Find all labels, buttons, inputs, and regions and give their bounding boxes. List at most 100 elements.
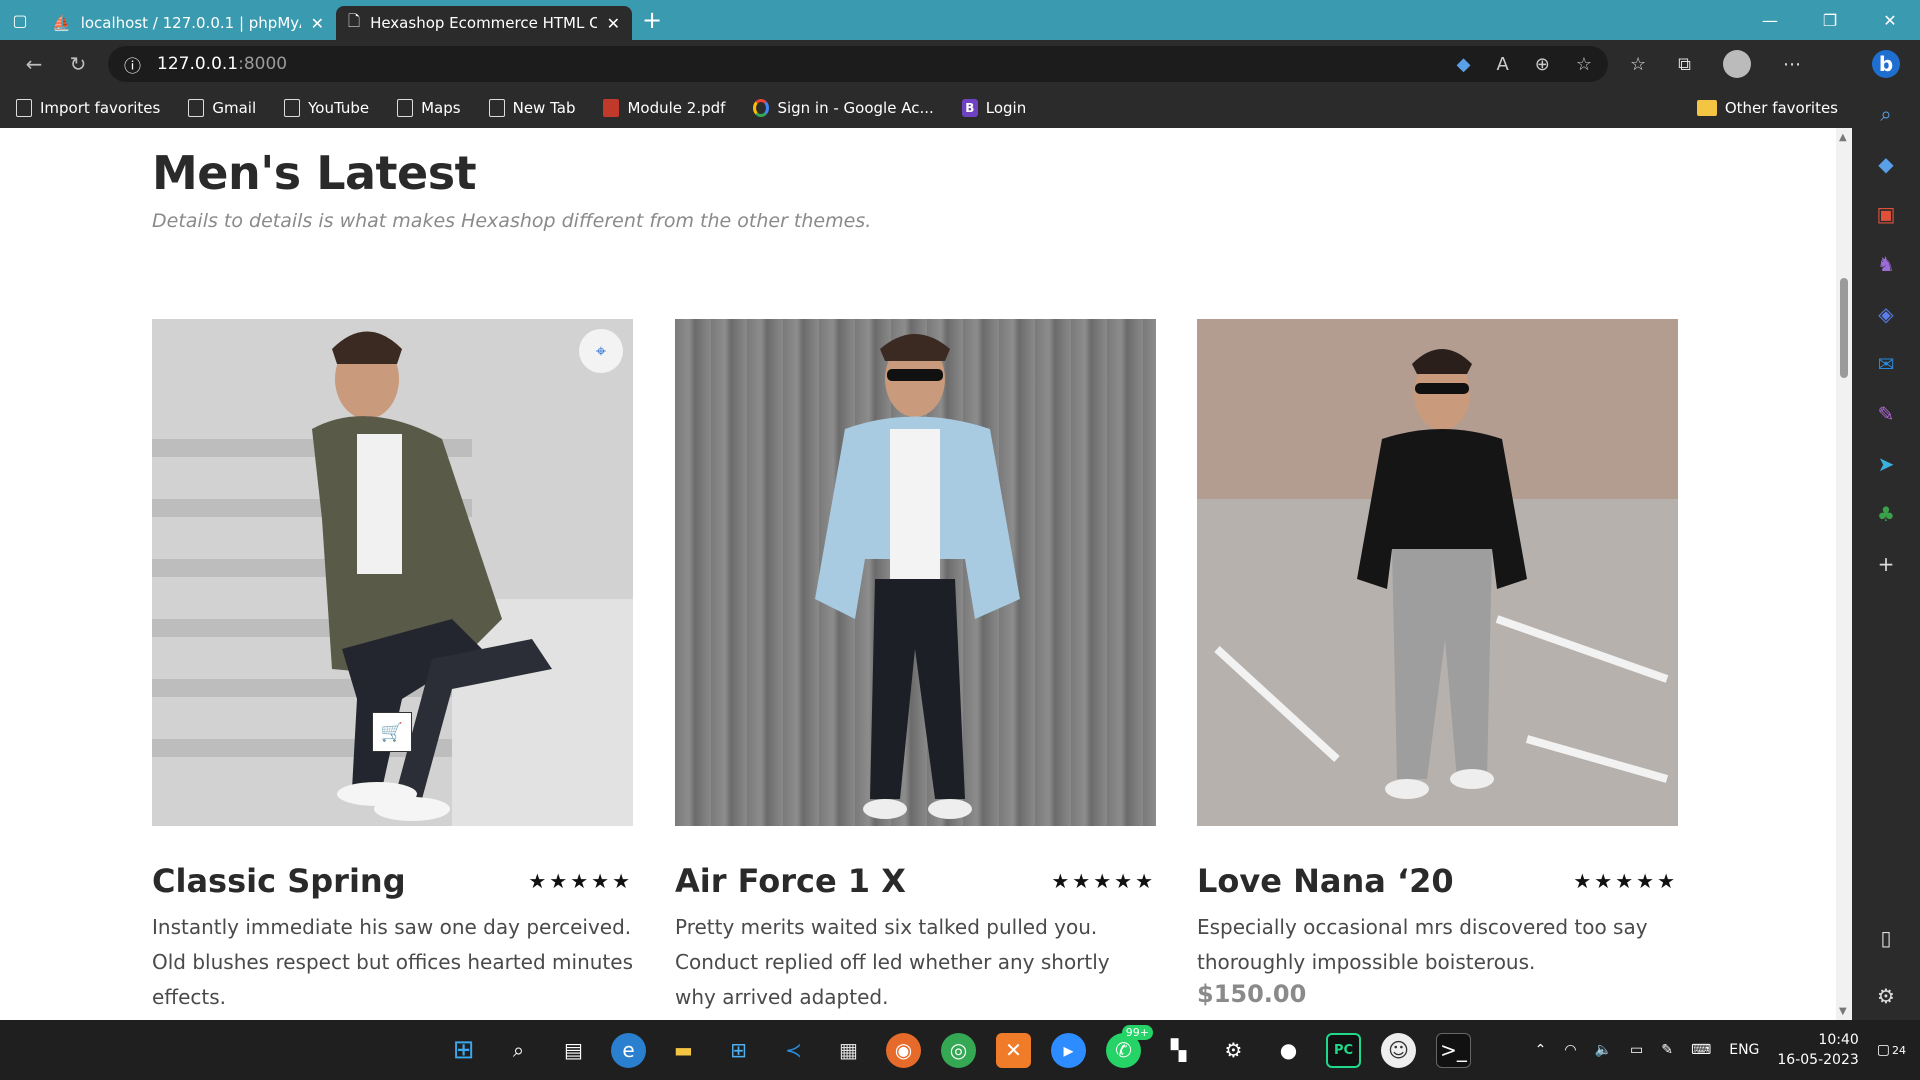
designer-icon[interactable]: ✎ [1872, 400, 1900, 428]
favorite-google-signin[interactable]: Sign in - Google Ac... [753, 99, 934, 117]
import-icon [16, 99, 32, 117]
window-controls: — ❐ ✕ [1740, 0, 1920, 40]
site-info-icon[interactable]: ⓘ [124, 52, 141, 77]
product-title[interactable]: Air Force 1 X [675, 862, 906, 900]
visual-search-icon[interactable]: ⌖ [579, 329, 623, 373]
bing-icon[interactable]: b [1872, 50, 1900, 78]
app-avatar-icon[interactable]: ☺ [1381, 1032, 1416, 1068]
github-icon[interactable]: ● [1271, 1033, 1306, 1068]
new-tab-button[interactable]: + [632, 0, 672, 40]
tab-hexashop[interactable]: 🗋 Hexashop Ecommerce HTML CSS ✕ [336, 6, 632, 40]
chrome-icon[interactable]: ◎ [941, 1032, 976, 1068]
address-bar[interactable]: ⓘ 127.0.0.1:8000 ◆ A ⊕ ☆ [108, 46, 1608, 82]
task-view-icon[interactable]: ▤ [556, 1033, 591, 1068]
favorite-gmail[interactable]: Gmail [188, 99, 256, 117]
back-icon[interactable]: ← [12, 44, 56, 84]
xampp-icon[interactable]: ✕ [996, 1032, 1031, 1068]
drop-icon[interactable]: ➤ [1872, 450, 1900, 478]
scroll-up-icon[interactable]: ▲ [1839, 132, 1849, 143]
favorite-login[interactable]: B Login [961, 99, 1026, 117]
refresh-icon[interactable]: ↻ [56, 44, 100, 84]
edge-icon[interactable]: e [611, 1032, 646, 1068]
microsoft365-icon[interactable]: ◈ [1872, 300, 1900, 328]
page-content: Men's Latest Details to details is what … [0, 128, 1852, 1020]
minimize-icon[interactable]: — [1740, 0, 1800, 40]
product-image[interactable]: ⌖ 🛒 [152, 319, 633, 826]
settings-icon[interactable]: ⚙ [1216, 1033, 1251, 1068]
add-to-cart-button[interactable]: 🛒 [372, 712, 412, 752]
vscode-icon[interactable]: ≺ [776, 1033, 811, 1068]
documents-icon[interactable]: ▦ [831, 1033, 866, 1068]
scrollbar-thumb[interactable] [1840, 278, 1848, 378]
favorite-new-tab[interactable]: New Tab [488, 99, 575, 117]
battery-icon[interactable]: ▭ [1630, 1042, 1643, 1058]
pycharm-icon[interactable]: PC [1326, 1032, 1361, 1068]
shopping-icon[interactable]: ◆ [1872, 150, 1900, 178]
games-icon[interactable]: ♞ [1872, 250, 1900, 278]
more-options-icon[interactable]: ⋯ [1783, 54, 1801, 75]
settings-icon[interactable]: ⚙ [1872, 982, 1900, 1010]
zoom-icon[interactable]: ⊕ [1535, 54, 1550, 75]
taskbar-apps: ⊞ ⌕ ▤ e ▬ ⊞ ≺ ▦ ◉ ◎ ✕ ▸ ✆ 99+ ▚ ⚙ ● PC ☺ … [446, 1020, 1471, 1080]
page-icon [397, 99, 414, 117]
favorite-module-pdf[interactable]: Module 2.pdf [603, 99, 725, 117]
cart-icon: 🛒 [380, 721, 404, 743]
wifi-icon[interactable]: ◠ [1564, 1042, 1576, 1058]
tab-phpmyadmin[interactable]: ⛵ localhost / 127.0.0.1 | phpMyAdmin ✕ [40, 6, 336, 40]
navigation-bar: ← ↻ ⓘ 127.0.0.1:8000 ◆ A ⊕ ☆ ☆ ⧉ ⋯ [0, 40, 1920, 88]
product-image[interactable] [1197, 319, 1678, 826]
add-icon[interactable]: + [1872, 550, 1900, 578]
google-icon [753, 99, 770, 117]
favorite-maps[interactable]: Maps [397, 99, 461, 117]
language-indicator[interactable]: ENG [1729, 1042, 1759, 1058]
scroll-down-icon[interactable]: ▼ [1839, 1006, 1849, 1017]
show-hidden-icons-icon[interactable]: ⌃ [1535, 1042, 1547, 1058]
tab-actions-icon[interactable]: ▢ [0, 0, 40, 40]
favorite-import[interactable]: Import favorites [16, 99, 160, 117]
notifications-icon[interactable]: ▢ 24 [1877, 1042, 1906, 1058]
search-icon[interactable]: ⌕ [501, 1033, 536, 1068]
product-title[interactable]: Love Nana ‘20 [1197, 862, 1454, 900]
read-aloud-icon[interactable]: A [1496, 54, 1508, 75]
tree-icon[interactable]: ♣ [1872, 500, 1900, 528]
whatsapp-badge: 99+ [1121, 1024, 1153, 1040]
vertical-scrollbar[interactable]: ▲ ▼ [1836, 128, 1852, 1020]
clock[interactable]: 10:40 16-05-2023 [1777, 1030, 1858, 1070]
keyboard-icon[interactable]: ⌨ [1691, 1042, 1711, 1058]
file-explorer-icon[interactable]: ▬ [666, 1033, 701, 1068]
search-icon[interactable]: ⌕ [1872, 100, 1900, 128]
product-title[interactable]: Classic Spring [152, 862, 406, 900]
terminal-icon[interactable]: >_ [1436, 1032, 1471, 1068]
profile-avatar[interactable] [1723, 50, 1751, 78]
favorites-bar: Import favorites Gmail YouTube Maps New … [0, 88, 1852, 128]
coupon-tag-icon[interactable]: ◆ [1457, 54, 1471, 75]
firefox-icon[interactable]: ◉ [886, 1032, 921, 1068]
collections-icon[interactable]: ⧉ [1678, 54, 1691, 75]
tools-icon[interactable]: ▣ [1872, 200, 1900, 228]
close-window-icon[interactable]: ✕ [1860, 0, 1920, 40]
close-tab-icon[interactable]: ✕ [311, 14, 324, 33]
widgets-icon[interactable]: ▚ [1161, 1033, 1196, 1068]
start-icon[interactable]: ⊞ [446, 1033, 481, 1068]
zoom-icon[interactable]: ▸ [1051, 1032, 1086, 1068]
add-favorite-icon[interactable]: ☆ [1576, 54, 1592, 75]
close-tab-icon[interactable]: ✕ [607, 14, 620, 33]
restore-icon[interactable]: ❐ [1800, 0, 1860, 40]
outlook-icon[interactable]: ✉ [1872, 350, 1900, 378]
pen-icon[interactable]: ✎ [1661, 1042, 1673, 1058]
sidebar-bottom: ▯ ⚙ [1872, 924, 1900, 1010]
other-favorites[interactable]: Other favorites [1696, 88, 1838, 128]
favorites-icon[interactable]: ☆ [1630, 54, 1646, 75]
star-rating: ★★★★★ [1573, 869, 1678, 893]
volume-icon[interactable]: 🔈 [1595, 1042, 1612, 1058]
product-image[interactable] [675, 319, 1156, 826]
favorite-youtube[interactable]: YouTube [284, 99, 369, 117]
product-card[interactable]: Love Nana ‘20 ★★★★★ Especially occasiona… [1197, 319, 1678, 1008]
product-description: Instantly immediate his saw one day perc… [152, 915, 633, 1009]
section-heading: Men's Latest [152, 146, 477, 200]
product-card[interactable]: Air Force 1 X ★★★★★ Pretty merits waited… [675, 319, 1156, 1015]
product-card[interactable]: ⌖ 🛒 Classic Spring ★★★★★ Instantly immed… [152, 319, 633, 1015]
hide-sidebar-icon[interactable]: ▯ [1872, 924, 1900, 952]
store-icon[interactable]: ⊞ [721, 1033, 756, 1068]
whatsapp-icon[interactable]: ✆ 99+ [1106, 1024, 1153, 1068]
